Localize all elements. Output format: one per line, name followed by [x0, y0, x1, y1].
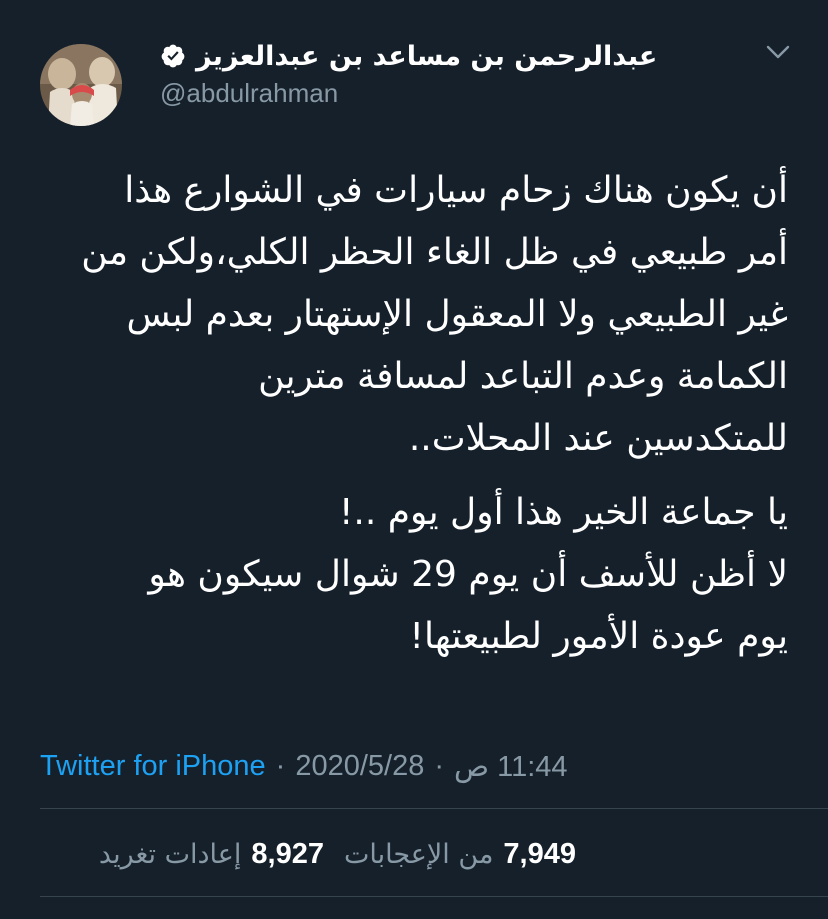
tweet-text: أن يكون هناك زحام سيارات في الشوارع هذا …: [40, 160, 788, 668]
likes-count: 7,949: [503, 837, 576, 870]
tweet-line: يا جماعة الخير هذا أول يوم ..!: [338, 492, 788, 533]
tweet-line: لا أظن للأسف أن يوم 29 شوال سيكون هو: [148, 554, 788, 595]
retweets-stat[interactable]: 8,927 إعادات تغريد: [99, 838, 324, 871]
tweet-header: عبدالرحمن بن مساعد بن عبدالعزيز @abdulra…: [0, 0, 828, 140]
tweet-line: للمتكدسين عند المحلات..: [408, 418, 788, 459]
tweet-line: غير الطبيعي ولا المعقول الإستهتار بعدم ل…: [126, 294, 788, 335]
verified-badge-icon: [161, 44, 185, 68]
display-name: عبدالرحمن بن مساعد بن عبدالعزيز: [196, 40, 658, 72]
avatar-image: [40, 44, 122, 126]
tweet-source-link[interactable]: Twitter for iPhone: [40, 750, 266, 783]
user-handle[interactable]: @abdulrahman: [160, 78, 338, 109]
tweet-paragraph-1: أن يكون هناك زحام سيارات في الشوارع هذا …: [40, 160, 788, 470]
tweet-line: أن يكون هناك زحام سيارات في الشوارع هذا: [124, 170, 788, 211]
tweet-line: يوم عودة الأمور لطبيعتها!: [409, 616, 788, 657]
likes-label: من الإعجابات: [343, 838, 494, 870]
meta-separator: ·: [434, 749, 445, 782]
divider: [40, 808, 828, 809]
tweet-line: أمر طبيعي في ظل الغاء الحظر الكلي،ولكن م…: [81, 232, 788, 273]
tweet-time: 11:44 ص: [454, 750, 568, 783]
tweet-paragraph-2: يا جماعة الخير هذا أول يوم ..! لا أظن لل…: [40, 482, 788, 668]
retweets-label: إعادات تغريد: [98, 838, 242, 870]
likes-stat[interactable]: 7,949 من الإعجابات: [344, 838, 576, 871]
tweet-meta: Twitter for iPhone · 2020/5/28 · 11:44 ص: [40, 744, 568, 788]
tweet-line: الكمامة وعدم التباعد لمسافة مترين: [258, 356, 788, 397]
tweet-stats: 7,949 من الإعجابات 8,927 إعادات تغريد: [40, 832, 576, 876]
retweets-count: 8,927: [251, 837, 324, 870]
avatar[interactable]: [40, 44, 122, 126]
tweet-date: 2020/5/28: [295, 749, 425, 782]
meta-separator: ·: [275, 749, 286, 782]
chevron-down-icon[interactable]: [764, 40, 792, 64]
divider: [40, 896, 828, 897]
display-name-row[interactable]: عبدالرحمن بن مساعد بن عبدالعزيز: [160, 36, 657, 76]
